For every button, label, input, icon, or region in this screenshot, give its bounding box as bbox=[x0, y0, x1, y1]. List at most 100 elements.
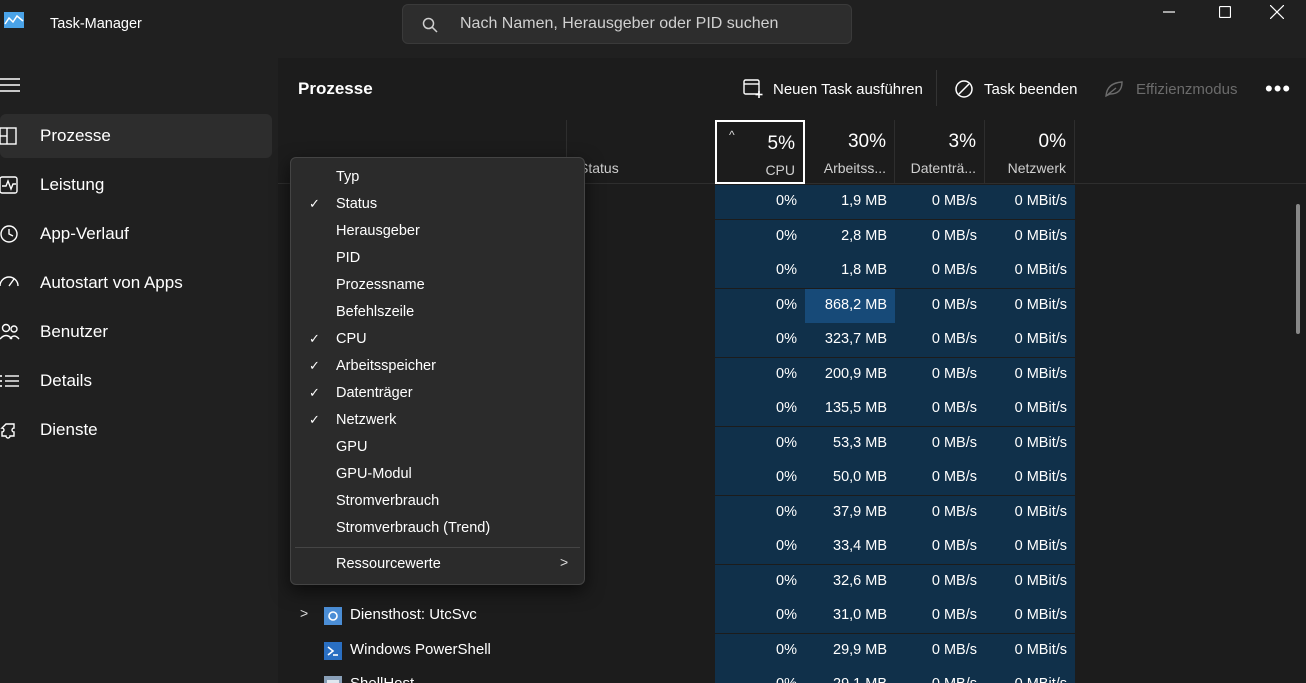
memory-cell: 31,0 MB bbox=[805, 599, 895, 633]
column-header-disk[interactable]: 3% Datenträ... bbox=[895, 120, 985, 184]
table-row[interactable]: ShellHost 0% 29,1 MB 0 MB/s 0 MBit/s bbox=[278, 668, 1306, 683]
column-label-disk: Datenträ... bbox=[910, 160, 976, 176]
memory-cell: 1,8 MB bbox=[805, 254, 895, 288]
memory-cell: 29,9 MB bbox=[805, 633, 895, 668]
sidebar-item-label: Autostart von Apps bbox=[40, 273, 183, 292]
process-name: ShellHost bbox=[350, 675, 414, 683]
memory-cell: 323,7 MB bbox=[805, 323, 895, 357]
disk-cell: 0 MB/s bbox=[895, 461, 985, 495]
memory-cell: 135,5 MB bbox=[805, 392, 895, 426]
table-row[interactable]: Windows PowerShell 0% 29,9 MB 0 MB/s 0 M… bbox=[278, 633, 1306, 668]
menu-item-stromverbrauch-trend[interactable]: Stromverbrauch (Trend) bbox=[295, 515, 580, 542]
sidebar-item-details[interactable]: Details bbox=[0, 359, 272, 403]
menu-item-label: Befehlszeile bbox=[336, 304, 415, 320]
disk-cell: 0 MB/s bbox=[895, 254, 985, 288]
memory-cell: 868,2 MB bbox=[805, 288, 895, 323]
shellhost-icon bbox=[324, 676, 342, 683]
menu-item-cpu[interactable]: ✓ CPU bbox=[295, 326, 580, 353]
cpu-cell: 0% bbox=[715, 633, 805, 668]
menu-item-arbeitsspeicher[interactable]: ✓ Arbeitsspeicher bbox=[295, 353, 580, 380]
expand-chevron-icon[interactable]: > bbox=[300, 605, 308, 621]
menu-item-ressourcewerte[interactable]: Ressourcewerte > bbox=[295, 551, 580, 578]
menu-item-label: Stromverbrauch bbox=[336, 493, 440, 509]
powershell-icon bbox=[324, 641, 342, 660]
disk-cell: 0 MB/s bbox=[895, 185, 985, 219]
disk-cell: 0 MB/s bbox=[895, 495, 985, 530]
network-cell: 0 MBit/s bbox=[985, 564, 1075, 599]
disk-cell: 0 MB/s bbox=[895, 357, 985, 392]
column-header-network[interactable]: 0% Netzwerk bbox=[985, 120, 1075, 184]
sidebar-item-app-verlauf[interactable]: App-Verlauf bbox=[0, 212, 272, 256]
cpu-cell: 0% bbox=[715, 461, 805, 495]
network-cell: 0 MBit/s bbox=[985, 357, 1075, 392]
disk-cell: 0 MB/s bbox=[895, 599, 985, 633]
checkmark-icon: ✓ bbox=[309, 331, 320, 346]
efficiency-mode-button[interactable]: Effizienzmodus bbox=[1104, 74, 1237, 104]
minimize-button[interactable] bbox=[1140, 0, 1198, 24]
maximize-button[interactable] bbox=[1196, 0, 1254, 24]
users-icon bbox=[0, 323, 20, 340]
disk-cell: 0 MB/s bbox=[895, 288, 985, 323]
menu-item-status[interactable]: ✓ Status bbox=[295, 191, 580, 218]
cpu-cell: 0% bbox=[715, 219, 805, 254]
search-input[interactable]: Nach Namen, Herausgeber oder PID suchen bbox=[402, 4, 852, 44]
menu-item-label: GPU-Modul bbox=[336, 466, 412, 482]
column-header-cpu[interactable]: ^ 5% CPU bbox=[715, 120, 805, 184]
column-header-memory[interactable]: 30% Arbeitss... bbox=[805, 120, 895, 184]
memory-cell: 29,1 MB bbox=[805, 668, 895, 683]
vertical-scrollbar[interactable] bbox=[1296, 204, 1300, 334]
processes-icon bbox=[0, 127, 17, 145]
disk-total-percent: 3% bbox=[948, 131, 976, 152]
network-cell: 0 MBit/s bbox=[985, 288, 1075, 323]
menu-item-datentraeger[interactable]: ✓ Datenträger bbox=[295, 380, 580, 407]
network-total-percent: 0% bbox=[1038, 131, 1066, 152]
disk-cell: 0 MB/s bbox=[895, 633, 985, 668]
disk-cell: 0 MB/s bbox=[895, 392, 985, 426]
menu-item-netzwerk[interactable]: ✓ Netzwerk bbox=[295, 407, 580, 434]
more-options-button[interactable]: ••• bbox=[1265, 76, 1291, 102]
network-cell: 0 MBit/s bbox=[985, 185, 1075, 219]
cpu-cell: 0% bbox=[715, 323, 805, 357]
close-button[interactable] bbox=[1248, 0, 1306, 24]
new-task-icon bbox=[743, 79, 763, 98]
table-row[interactable]: > Diensthost: UtcSvc 0% 31,0 MB 0 MB/s 0… bbox=[278, 599, 1306, 633]
sidebar-item-autostart[interactable]: Autostart von Apps bbox=[0, 261, 272, 305]
cpu-cell: 0% bbox=[715, 392, 805, 426]
service-host-icon bbox=[324, 607, 342, 625]
efficiency-leaf-icon bbox=[1105, 81, 1123, 98]
menu-item-label: Status bbox=[336, 196, 378, 212]
history-icon bbox=[0, 225, 18, 243]
menu-item-label: CPU bbox=[336, 331, 367, 347]
disk-cell: 0 MB/s bbox=[895, 219, 985, 254]
end-task-button[interactable]: Task beenden bbox=[954, 74, 1077, 104]
menu-item-label: Netzwerk bbox=[336, 412, 397, 428]
sidebar-item-leistung[interactable]: Leistung bbox=[0, 163, 272, 207]
network-cell: 0 MBit/s bbox=[985, 426, 1075, 461]
menu-item-befehlszeile[interactable]: Befehlszeile bbox=[295, 299, 580, 326]
checkmark-icon: ✓ bbox=[309, 412, 320, 427]
cpu-cell: 0% bbox=[715, 668, 805, 683]
network-cell: 0 MBit/s bbox=[985, 219, 1075, 254]
menu-item-prozessname[interactable]: Prozessname bbox=[295, 272, 580, 299]
menu-item-gpu[interactable]: GPU bbox=[295, 434, 580, 461]
disk-cell: 0 MB/s bbox=[895, 668, 985, 683]
sidebar-item-label: Leistung bbox=[40, 175, 105, 194]
menu-item-herausgeber[interactable]: Herausgeber bbox=[295, 218, 580, 245]
menu-item-gpu-modul[interactable]: GPU-Modul bbox=[295, 461, 580, 488]
cpu-cell: 0% bbox=[715, 530, 805, 564]
sort-ascending-icon: ^ bbox=[729, 128, 735, 142]
hamburger-menu-icon[interactable] bbox=[0, 76, 22, 94]
sidebar-item-label: Prozesse bbox=[40, 126, 111, 145]
column-header-status[interactable]: Status bbox=[567, 120, 715, 184]
menu-item-pid[interactable]: PID bbox=[295, 245, 580, 272]
memory-cell: 2,8 MB bbox=[805, 219, 895, 254]
menu-item-label: PID bbox=[336, 250, 361, 266]
menu-item-stromverbrauch[interactable]: Stromverbrauch bbox=[295, 488, 580, 515]
network-cell: 0 MBit/s bbox=[985, 495, 1075, 530]
memory-cell: 200,9 MB bbox=[805, 357, 895, 392]
menu-item-typ[interactable]: Typ bbox=[295, 164, 580, 191]
sidebar-item-prozesse[interactable]: Prozesse bbox=[0, 114, 272, 158]
sidebar-item-benutzer[interactable]: Benutzer bbox=[0, 310, 272, 354]
new-task-button[interactable]: Neuen Task ausführen bbox=[743, 74, 923, 104]
sidebar-item-dienste[interactable]: Dienste bbox=[0, 408, 272, 452]
